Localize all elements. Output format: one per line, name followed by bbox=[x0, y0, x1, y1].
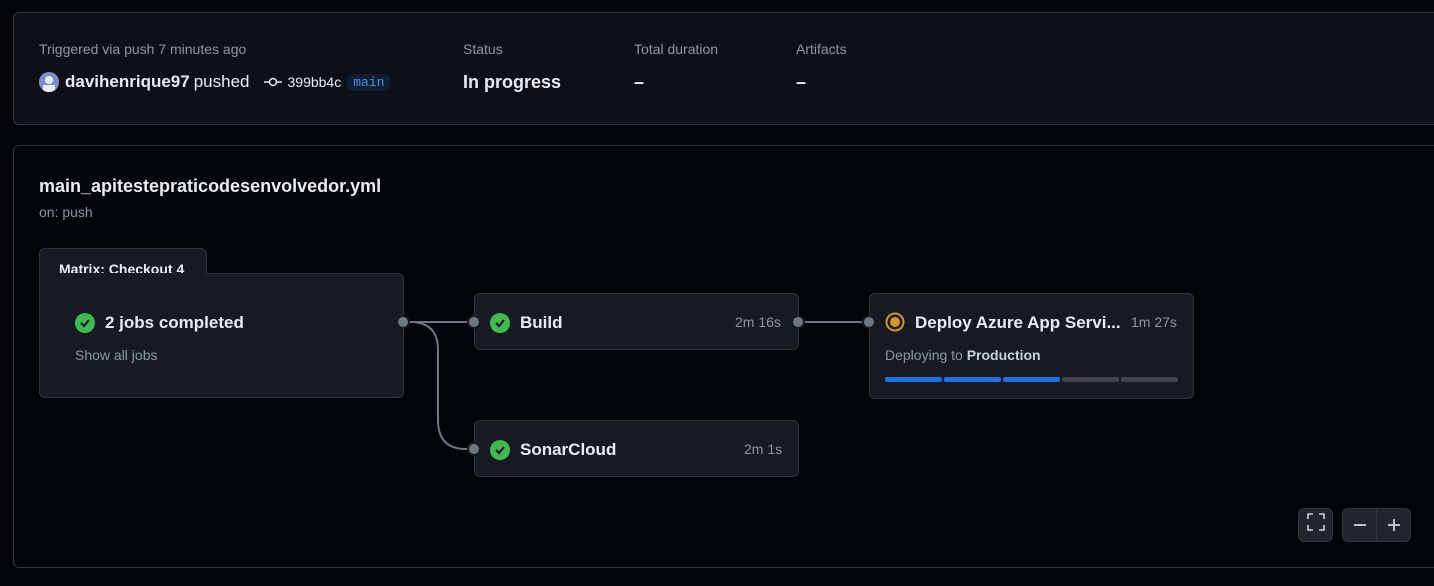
fullscreen-button[interactable] bbox=[1298, 508, 1333, 542]
matrix-status-text: 2 jobs completed bbox=[105, 313, 244, 332]
matrix-tab-join bbox=[40, 273, 206, 275]
deploy-input-port bbox=[862, 315, 876, 329]
job-build-time: 2m 16s bbox=[735, 314, 781, 330]
deploy-env-prefix: Deploying to bbox=[885, 347, 963, 363]
in-progress-icon bbox=[885, 312, 905, 337]
check-circle-icon bbox=[490, 440, 510, 460]
check-circle-icon bbox=[490, 313, 510, 333]
progress-segment bbox=[1062, 377, 1119, 382]
zoom-controls bbox=[1342, 508, 1411, 542]
fullscreen-icon bbox=[1306, 513, 1325, 537]
job-sonarcloud-time: 2m 1s bbox=[744, 441, 783, 457]
plus-icon bbox=[1387, 519, 1400, 531]
sonarcloud-input-port bbox=[467, 442, 481, 456]
progress-segment bbox=[885, 377, 942, 382]
job-sonarcloud-name[interactable]: SonarCloud bbox=[520, 440, 616, 460]
matrix-output-port bbox=[396, 315, 410, 329]
build-output-port bbox=[791, 315, 805, 329]
progress-segment bbox=[944, 377, 1001, 382]
job-deploy-time: 1m 27s bbox=[1131, 314, 1177, 330]
deploy-environment: Deploying to Production bbox=[885, 347, 1041, 363]
progress-segment bbox=[1121, 377, 1178, 382]
deploy-env-name[interactable]: Production bbox=[967, 347, 1041, 363]
job-build-name[interactable]: Build bbox=[520, 313, 563, 333]
zoom-out-button[interactable] bbox=[1343, 509, 1377, 541]
build-input-port bbox=[467, 315, 481, 329]
zoom-in-button[interactable] bbox=[1377, 509, 1410, 541]
show-all-jobs-link[interactable]: Show all jobs bbox=[75, 347, 158, 363]
progress-segment bbox=[1003, 377, 1060, 382]
job-deploy[interactable] bbox=[869, 293, 1194, 399]
check-circle-icon bbox=[75, 313, 95, 333]
job-deploy-name[interactable]: Deploy Azure App Servi... bbox=[915, 313, 1121, 333]
minus-icon bbox=[1353, 524, 1366, 526]
matrix-group bbox=[39, 273, 404, 398]
